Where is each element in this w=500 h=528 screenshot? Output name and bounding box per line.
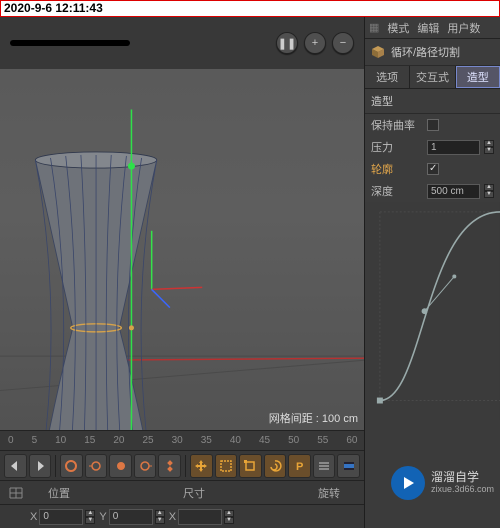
- prop-pressure-row: 压力 ▲▼: [365, 136, 500, 158]
- watermark: 溜溜自学 zixue.3d66.com: [391, 466, 494, 500]
- timeline-tick: 35: [201, 435, 212, 446]
- record-button[interactable]: [60, 454, 83, 478]
- prop-contour-row: 轮廓: [365, 158, 500, 180]
- depth-spinner[interactable]: ▲▼: [484, 184, 494, 198]
- grid-icon: [6, 485, 26, 501]
- attribute-panel: ▦ 模式 编辑 用户数 循环/路径切割 选项 交互式 造型 造型 保持曲率 压力…: [364, 17, 500, 528]
- move-tool-button[interactable]: [190, 454, 213, 478]
- viewport-3d[interactable]: 网格间距 : 100 cm: [0, 69, 364, 430]
- viewport-slider[interactable]: [10, 40, 130, 46]
- timeline-tick: 45: [259, 435, 270, 446]
- zoom-in-button[interactable]: +: [304, 32, 326, 54]
- depth-field[interactable]: [427, 184, 480, 199]
- timeline-tick: 40: [230, 435, 241, 446]
- timeline[interactable]: 0 5 10 15 20 25 30 35 40 45 50 55 60 65 …: [0, 430, 364, 450]
- watermark-brand: 溜溜自学: [431, 471, 494, 484]
- rotation-label: 旋转: [318, 485, 340, 501]
- x2-field[interactable]: [178, 509, 222, 525]
- prev-frame-button[interactable]: [4, 454, 27, 478]
- panel-topbar: ▦ 模式 编辑 用户数: [365, 17, 500, 39]
- x2-label: X: [169, 511, 176, 523]
- zoom-out-button[interactable]: −: [332, 32, 354, 54]
- timeline-tick: 5: [32, 435, 38, 446]
- preserve-checkbox[interactable]: [427, 119, 439, 131]
- tab-edit[interactable]: 编辑: [417, 20, 439, 36]
- cube-icon: [371, 45, 385, 59]
- timeline-tick: 10: [55, 435, 66, 446]
- section-title: 造型: [365, 89, 500, 114]
- grid-spacing-label: 网格间距 : 100 cm: [269, 410, 358, 426]
- play-icon: [391, 466, 425, 500]
- x-label: X: [30, 511, 37, 523]
- coords-header-row: 位置 尺寸 旋转: [0, 480, 364, 504]
- key-prev-button[interactable]: [85, 454, 108, 478]
- tool-heading: 循环/路径切割: [365, 39, 500, 66]
- x-spinner[interactable]: ▲▼: [85, 510, 95, 524]
- timestamp-text: 2020-9-6 12:11:43: [4, 1, 103, 15]
- coord-x-group: X ▲▼: [30, 509, 95, 525]
- key-all-button[interactable]: [158, 454, 181, 478]
- subtab-options[interactable]: 选项: [365, 66, 410, 88]
- film-tool-button[interactable]: [337, 454, 360, 478]
- y-spinner[interactable]: ▲▼: [155, 510, 165, 524]
- viewport-topbar: ❚❚ + −: [0, 17, 364, 69]
- tab-userdata[interactable]: 用户数: [447, 20, 480, 36]
- position-label: 位置: [48, 485, 70, 501]
- timestamp-bar: 2020-9-6 12:11:43: [0, 0, 500, 17]
- divider: [55, 455, 56, 477]
- timeline-tick: 20: [113, 435, 124, 446]
- spacer: [6, 509, 26, 525]
- x-field[interactable]: [39, 509, 83, 525]
- timeline-tick: 15: [84, 435, 95, 446]
- timeline-tick: 60: [346, 435, 357, 446]
- pivot-tool-button[interactable]: P: [288, 454, 311, 478]
- timeline-tick: 25: [143, 435, 154, 446]
- scale-tool-button[interactable]: [239, 454, 262, 478]
- pressure-label: 压力: [371, 139, 423, 155]
- grid-icon: ▦: [369, 21, 379, 34]
- viewport-column: ❚❚ + −: [0, 17, 364, 528]
- timeline-tick: 55: [317, 435, 328, 446]
- next-frame-button[interactable]: [29, 454, 52, 478]
- timeline-tick: 50: [288, 435, 299, 446]
- list-tool-button[interactable]: [313, 454, 336, 478]
- tool-heading-text: 循环/路径切割: [391, 44, 460, 60]
- x2-spinner[interactable]: ▲▼: [224, 510, 234, 524]
- y-label: Y: [99, 511, 106, 523]
- prop-preserve-row: 保持曲率: [365, 114, 500, 136]
- coord-y-group: Y ▲▼: [99, 509, 164, 525]
- subtab-interactive[interactable]: 交互式: [410, 66, 455, 88]
- size-label: 尺寸: [183, 485, 205, 501]
- depth-label: 深度: [371, 183, 423, 199]
- preserve-label: 保持曲率: [371, 117, 423, 133]
- key-button[interactable]: [109, 454, 132, 478]
- key-next-button[interactable]: [134, 454, 157, 478]
- sub-tabs: 选项 交互式 造型: [365, 66, 500, 89]
- timeline-tick: 30: [172, 435, 183, 446]
- tab-mode[interactable]: 模式: [387, 20, 409, 36]
- prop-depth-row: 深度 ▲▼: [365, 180, 500, 202]
- pressure-spinner[interactable]: ▲▼: [484, 140, 494, 154]
- pause-button[interactable]: ❚❚: [276, 32, 298, 54]
- pressure-field[interactable]: [427, 140, 480, 155]
- coord-x2-group: X ▲▼: [169, 509, 234, 525]
- y-field[interactable]: [109, 509, 153, 525]
- watermark-url: zixue.3d66.com: [431, 485, 494, 495]
- spiral-tool-button[interactable]: [264, 454, 287, 478]
- divider: [185, 455, 186, 477]
- select-tool-button[interactable]: [215, 454, 238, 478]
- svg-text:P: P: [296, 461, 303, 473]
- subtab-shape[interactable]: 造型: [456, 66, 500, 88]
- contour-checkbox[interactable]: [427, 163, 439, 175]
- contour-label: 轮廓: [371, 161, 423, 177]
- timeline-tick: 0: [8, 435, 14, 446]
- tool-row: P: [0, 450, 364, 480]
- coords-input-row: X ▲▼ Y ▲▼ X ▲▼: [0, 504, 364, 528]
